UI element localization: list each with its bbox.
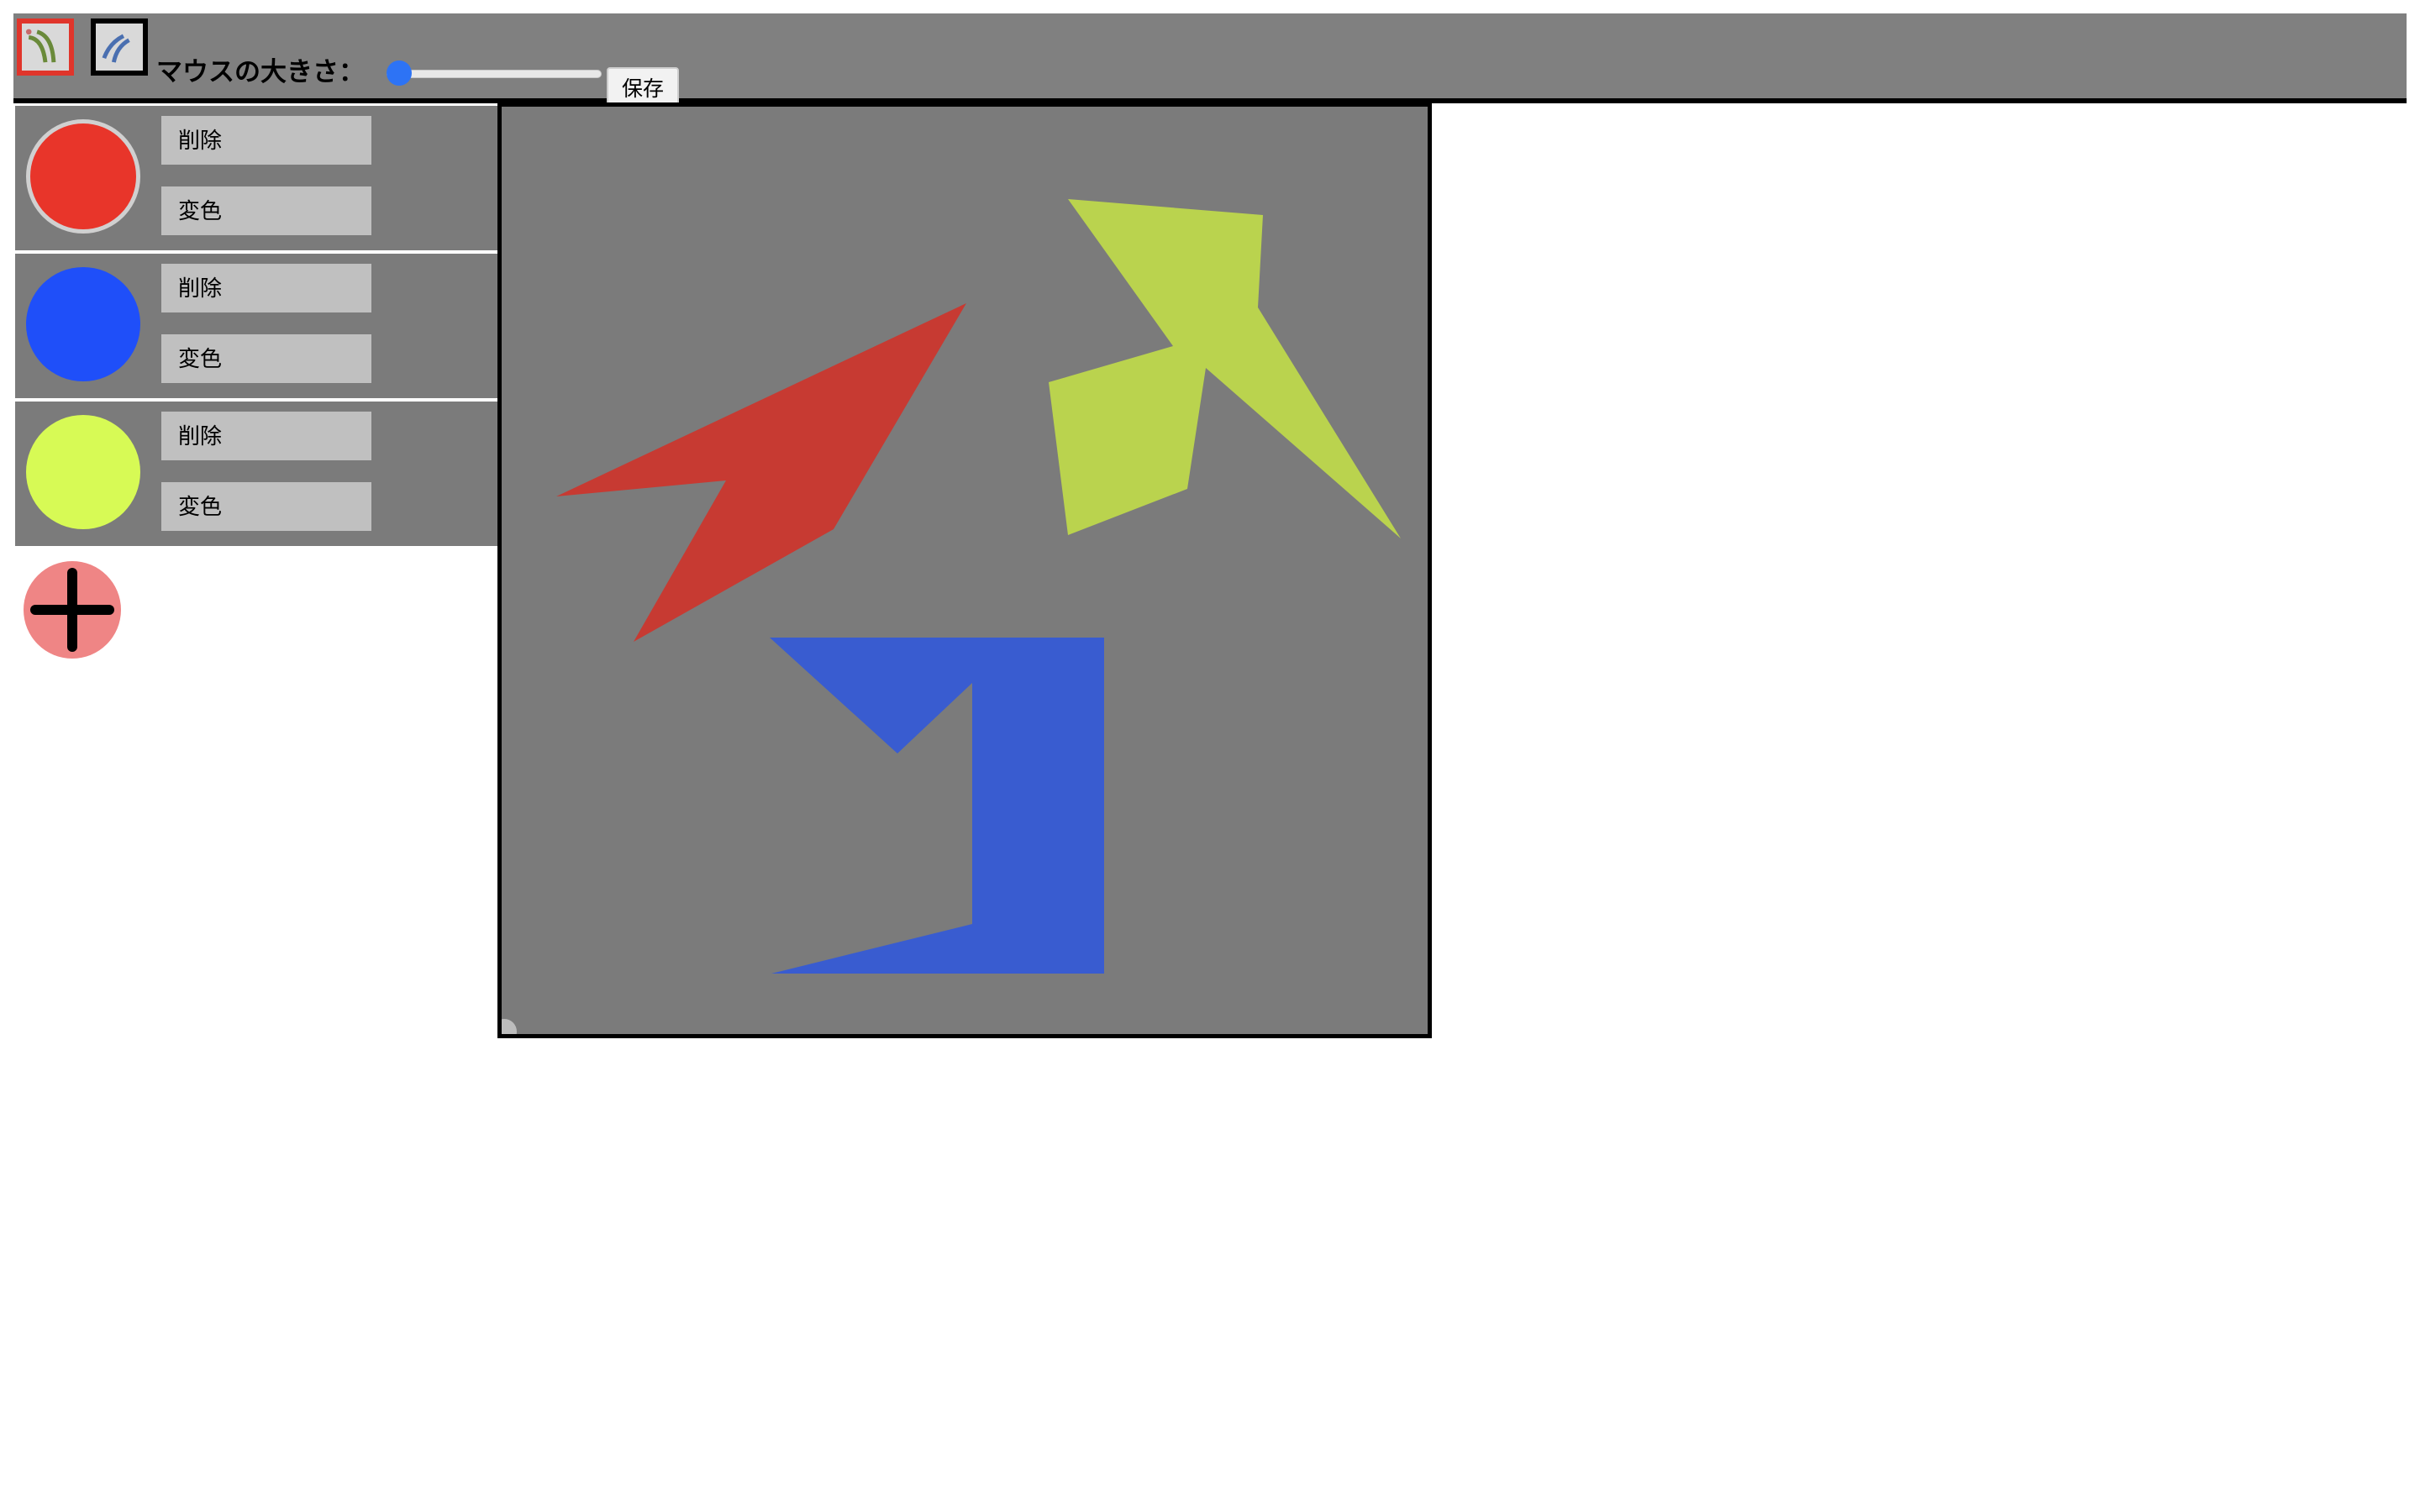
slider-track	[387, 70, 602, 78]
drawing-canvas[interactable]	[497, 102, 1432, 1038]
change-color-button[interactable]: 変色	[161, 186, 371, 235]
pen-stroke-icon	[25, 29, 56, 63]
color-row: 削除 変色	[15, 402, 497, 546]
plus-icon	[30, 568, 114, 652]
color-row: 削除 変色	[15, 106, 497, 254]
slider-thumb[interactable]	[387, 60, 412, 86]
color-swatch-yellow[interactable]	[26, 415, 140, 529]
blue-shape	[770, 638, 1104, 974]
color-row: 削除 変色	[15, 254, 497, 402]
delete-button[interactable]: 削除	[161, 116, 371, 165]
toolbar: マウスの大きさ： 保存	[13, 13, 2407, 111]
mouse-size-label: マウスの大きさ：	[156, 57, 365, 87]
curve-tool-button[interactable]	[91, 18, 148, 76]
pen-tool-button[interactable]	[17, 18, 74, 76]
change-color-button[interactable]: 変色	[161, 482, 371, 531]
color-swatch-red[interactable]	[26, 119, 140, 234]
mouse-size-slider[interactable]	[387, 60, 602, 86]
delete-button[interactable]: 削除	[161, 264, 371, 312]
add-color-button[interactable]	[24, 561, 121, 659]
canvas-shapes	[556, 199, 1401, 974]
delete-button[interactable]: 削除	[161, 412, 371, 460]
color-swatch-blue[interactable]	[26, 267, 140, 381]
color-list: 削除 変色 削除 変色 削除 変色	[15, 106, 497, 546]
curve-stroke-icon	[102, 34, 130, 63]
red-shape	[556, 303, 966, 642]
change-color-button[interactable]: 変色	[161, 334, 371, 383]
green-shape	[1049, 199, 1401, 538]
